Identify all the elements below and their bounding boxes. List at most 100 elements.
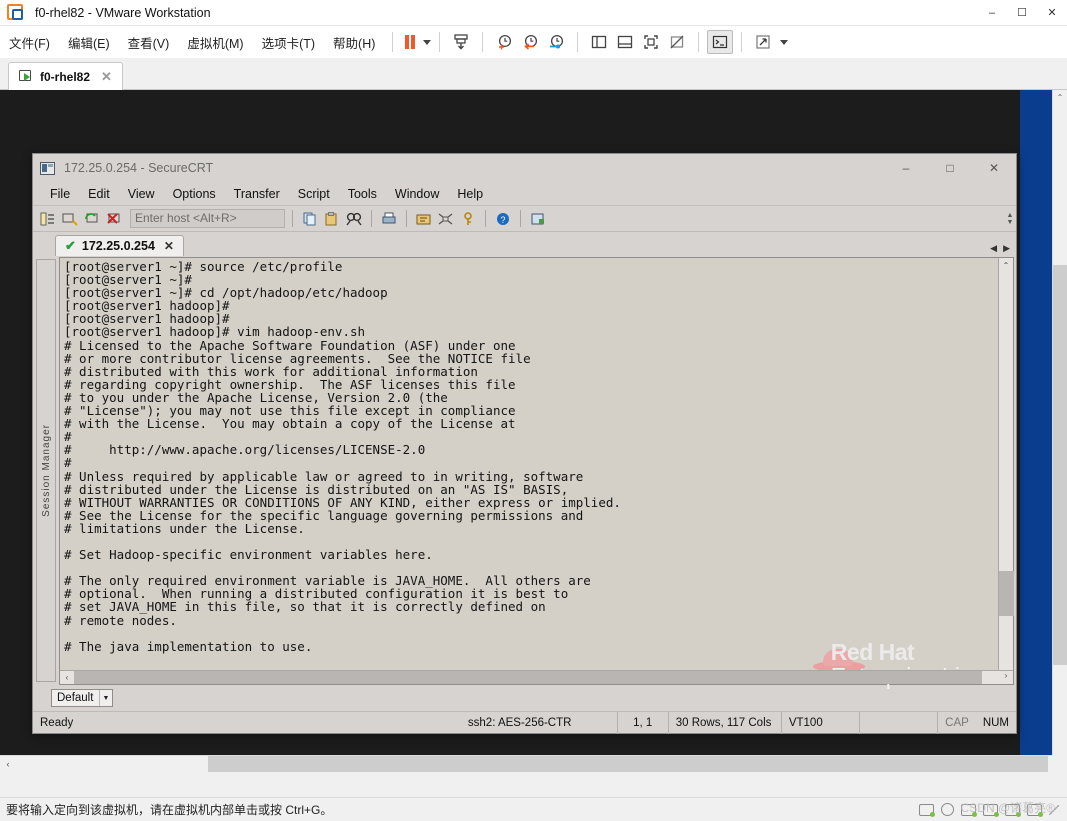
vmware-horizontal-scrollbar[interactable]: ‹ bbox=[0, 755, 1052, 772]
securecrt-close-button[interactable]: ✕ bbox=[972, 154, 1016, 182]
properties-icon[interactable] bbox=[528, 209, 548, 229]
terminal-vertical-scrollbar[interactable]: ⌃ ⌄ bbox=[998, 258, 1014, 684]
resize-grip-icon[interactable] bbox=[1049, 804, 1059, 815]
vmware-vertical-scrollbar[interactable]: ⌃ bbox=[1052, 90, 1067, 755]
scroll-right-icon[interactable]: › bbox=[999, 671, 1013, 680]
scroll-left-icon[interactable]: ‹ bbox=[0, 756, 16, 772]
crt-menu-options[interactable]: Options bbox=[164, 185, 225, 203]
session-manager-icon[interactable] bbox=[38, 209, 58, 229]
revert-snapshot-icon[interactable] bbox=[517, 30, 543, 54]
send-ctrl-alt-del-icon[interactable] bbox=[448, 30, 474, 54]
status-ready: Ready bbox=[40, 716, 74, 729]
menu-vm[interactable]: 虚拟机(M) bbox=[178, 29, 252, 56]
sound-card-icon[interactable] bbox=[1005, 803, 1021, 817]
pause-icon[interactable] bbox=[401, 33, 419, 51]
crt-menu-edit[interactable]: Edit bbox=[79, 185, 119, 203]
printer-icon[interactable] bbox=[1027, 803, 1043, 817]
close-icon[interactable]: ✕ bbox=[164, 239, 174, 253]
vertical-scroll-thumb[interactable] bbox=[1053, 265, 1067, 665]
network-adapter-icon[interactable] bbox=[961, 803, 977, 817]
protocol-selector-value: Default bbox=[57, 692, 94, 704]
scroll-up-icon[interactable]: ⌃ bbox=[1053, 90, 1067, 105]
host-input[interactable]: Enter host <Alt+R> bbox=[130, 209, 285, 228]
key-icon[interactable] bbox=[458, 209, 478, 229]
securecrt-menu-bar: File Edit View Options Transfer Script T… bbox=[33, 182, 1016, 206]
crt-menu-view[interactable]: View bbox=[119, 185, 164, 203]
disconnect-icon[interactable] bbox=[104, 209, 124, 229]
console-view-icon[interactable] bbox=[707, 30, 734, 54]
tab-prev-icon[interactable]: ◀ bbox=[990, 243, 997, 254]
paste-icon[interactable] bbox=[322, 209, 342, 229]
session-manager-panel[interactable]: Session Manager bbox=[36, 259, 56, 682]
show-library-icon[interactable] bbox=[586, 30, 612, 54]
terminal-horizontal-scrollbar[interactable]: ‹ › bbox=[60, 670, 1013, 684]
crt-menu-tools[interactable]: Tools bbox=[339, 185, 386, 203]
menu-help[interactable]: 帮助(H) bbox=[324, 29, 384, 56]
dropdown-caret-icon[interactable] bbox=[423, 39, 432, 45]
scroll-up-icon[interactable]: ⌃ bbox=[999, 258, 1013, 272]
session-manager-label: Session Manager bbox=[40, 424, 52, 517]
vmware-workstation-window: f0-rhel82 - VMware Workstation – ☐ ✕ 文件(… bbox=[0, 0, 1067, 821]
chevron-down-icon[interactable]: ▼ bbox=[99, 690, 112, 706]
securecrt-toolbar: Enter host <Alt+R> ? ▲ ▼ bbox=[33, 206, 1016, 232]
horizontal-scroll-thumb[interactable] bbox=[208, 756, 1048, 772]
securecrt-minimize-button[interactable]: – bbox=[884, 154, 928, 182]
copy-icon[interactable] bbox=[300, 209, 320, 229]
toolbar-divider bbox=[577, 32, 579, 52]
toolbar-divider bbox=[406, 210, 407, 227]
session-tab-172-25-0-254[interactable]: ✔ 172.25.0.254 ✕ bbox=[55, 235, 184, 256]
toolbar-divider bbox=[485, 210, 486, 227]
fullscreen-icon[interactable] bbox=[638, 30, 664, 54]
toolbar-divider bbox=[292, 210, 293, 227]
terminal-scroll-thumb[interactable] bbox=[999, 571, 1014, 616]
toolbar-overflow-icon[interactable]: ▲ ▼ bbox=[1004, 207, 1016, 231]
terminal-line: [root@server1 ~]# source /etc/profile bbox=[64, 259, 343, 274]
vmware-close-button[interactable]: ✕ bbox=[1037, 0, 1067, 26]
securecrt-maximize-button[interactable]: □ bbox=[928, 154, 972, 182]
menu-edit[interactable]: 编辑(E) bbox=[59, 29, 119, 56]
cd-drive-icon[interactable] bbox=[941, 803, 954, 816]
take-snapshot-icon[interactable] bbox=[491, 30, 517, 54]
terminal-line: # See the License for the specific langu… bbox=[64, 507, 584, 523]
vmware-logo-icon bbox=[7, 3, 25, 22]
menu-file[interactable]: 文件(F) bbox=[0, 29, 59, 56]
crt-menu-transfer[interactable]: Transfer bbox=[225, 185, 289, 203]
terminal-line: [root@server1 hadoop]# vim hadoop-env.sh bbox=[64, 324, 366, 340]
terminal-hscroll-thumb[interactable] bbox=[74, 671, 982, 684]
vm-tab-f0-rhel82[interactable]: f0-rhel82 ✕ bbox=[8, 62, 123, 90]
crt-menu-help[interactable]: Help bbox=[448, 185, 492, 203]
menu-view[interactable]: 查看(V) bbox=[119, 29, 179, 56]
show-thumbnails-icon[interactable] bbox=[612, 30, 638, 54]
stretch-view-icon[interactable] bbox=[750, 30, 776, 54]
vmware-maximize-button[interactable]: ☐ bbox=[1007, 0, 1037, 26]
securecrt-app-icon bbox=[40, 161, 55, 175]
find-icon[interactable] bbox=[344, 209, 364, 229]
print-icon[interactable] bbox=[379, 209, 399, 229]
transfer-icon[interactable] bbox=[436, 209, 456, 229]
crt-menu-script[interactable]: Script bbox=[289, 185, 339, 203]
close-icon[interactable]: ✕ bbox=[101, 69, 112, 85]
terminal-line: # with the License. You may obtain a cop… bbox=[64, 416, 516, 432]
terminal-output[interactable]: [root@server1 ~]# source /etc/profile [ro… bbox=[60, 258, 1013, 670]
unity-mode-icon[interactable] bbox=[664, 30, 690, 54]
connect-icon[interactable] bbox=[60, 209, 80, 229]
hard-disk-icon[interactable] bbox=[919, 803, 935, 817]
tab-next-icon[interactable]: ▶ bbox=[1003, 243, 1010, 254]
log-session-icon[interactable] bbox=[414, 209, 434, 229]
help-icon[interactable]: ? bbox=[493, 209, 513, 229]
protocol-selector[interactable]: Default ▼ bbox=[51, 689, 113, 707]
vmware-status-bar: 要将输入定向到该虚拟机，请在虚拟机内部单击或按 Ctrl+G。 CSDN @诸葛… bbox=[0, 797, 1067, 821]
scroll-left-icon[interactable]: ‹ bbox=[60, 671, 74, 684]
crt-menu-window[interactable]: Window bbox=[386, 185, 448, 203]
securecrt-body: Session Manager [root@server1 ~]# source… bbox=[33, 256, 1016, 689]
view-caret-icon[interactable] bbox=[780, 39, 789, 45]
securecrt-window-controls: – □ ✕ bbox=[884, 154, 1016, 182]
toolbar-divider bbox=[392, 32, 394, 52]
menu-tabs[interactable]: 选项卡(T) bbox=[253, 29, 324, 56]
usb-device-icon[interactable] bbox=[983, 803, 999, 817]
reconnect-icon[interactable] bbox=[82, 209, 102, 229]
vmware-minimize-button[interactable]: – bbox=[977, 0, 1007, 26]
crt-menu-file[interactable]: File bbox=[41, 185, 79, 203]
terminal-line: # http://www.apache.org/licenses/LICENSE… bbox=[64, 442, 426, 458]
snapshot-manager-icon[interactable] bbox=[543, 30, 569, 54]
